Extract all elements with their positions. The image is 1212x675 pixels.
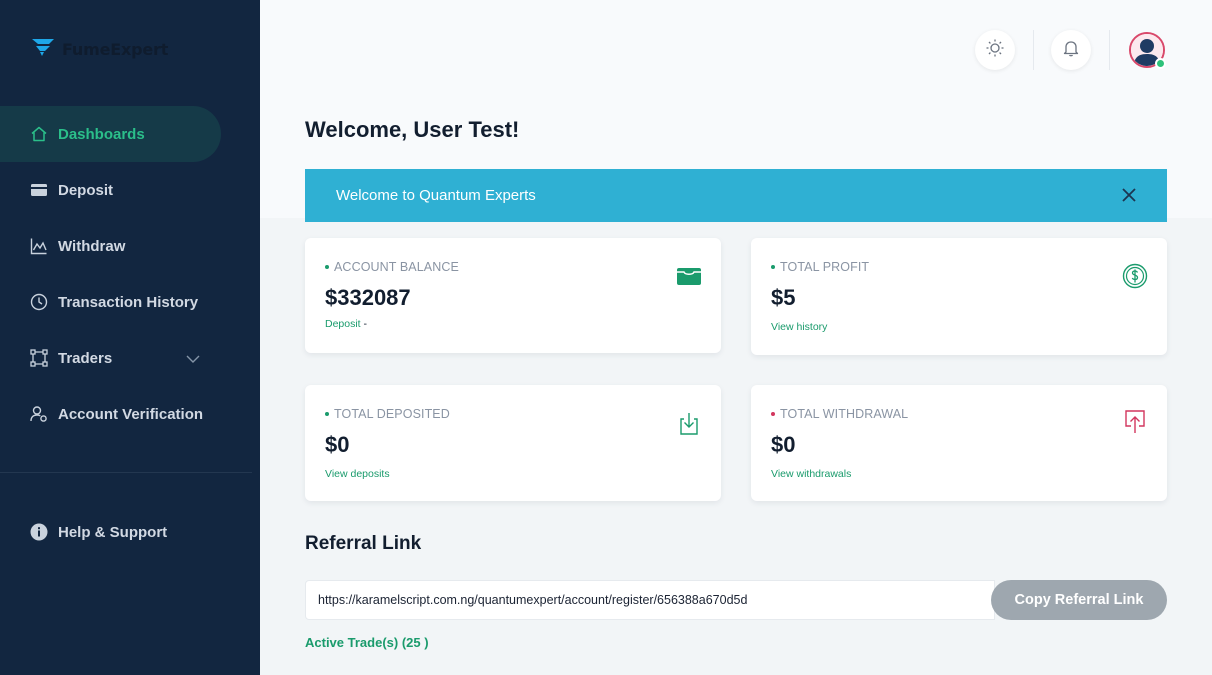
active-trades-link[interactable]: Active Trade(s) (25 )	[305, 635, 429, 650]
traders-icon	[30, 349, 48, 367]
copy-referral-button[interactable]: Copy Referral Link	[991, 580, 1167, 620]
card-value: $5	[771, 285, 796, 310]
card-value: $0	[325, 432, 350, 457]
sidebar-item-dashboards[interactable]: Dashboards	[0, 106, 221, 162]
card-value: $332087	[325, 285, 411, 310]
sidebar: FumeExpert Dashboards Deposit Withdraw T…	[0, 0, 260, 675]
page-title: Welcome, User Test!	[305, 117, 520, 142]
card-icon	[30, 181, 48, 199]
sidebar-nav: Dashboards Deposit Withdraw Transaction …	[0, 106, 260, 442]
status-dot	[771, 265, 775, 269]
header-divider	[1033, 30, 1034, 70]
sidebar-item-label: Account Verification	[58, 405, 204, 423]
sidebar-item-traders[interactable]: Traders	[0, 330, 260, 386]
sidebar-item-label: Traders	[58, 349, 113, 367]
sidebar-item-label: Withdraw	[58, 237, 126, 255]
card-label: TOTAL PROFIT	[771, 260, 869, 274]
online-status-dot	[1155, 58, 1166, 69]
home-icon	[30, 125, 48, 143]
header-divider	[1109, 30, 1110, 70]
sidebar-item-label: Deposit	[58, 181, 114, 199]
total-profit-card: TOTAL PROFIT $5 View history	[751, 238, 1167, 355]
status-dot	[771, 412, 775, 416]
logo-icon	[30, 36, 56, 63]
chart-icon	[30, 237, 48, 255]
deposit-link[interactable]: Deposit	[325, 318, 361, 330]
download-icon	[676, 411, 702, 437]
total-withdrawal-card: TOTAL WITHDRAWAL $0 View withdrawals	[751, 385, 1167, 501]
sidebar-item-withdraw[interactable]: Withdraw	[0, 218, 260, 274]
sidebar-item-help-support[interactable]: Help & Support	[0, 504, 167, 560]
card-value: $0	[771, 432, 796, 457]
sidebar-item-deposit[interactable]: Deposit	[0, 162, 260, 218]
total-deposited-card: TOTAL DEPOSITED $0 View deposits	[305, 385, 721, 501]
theme-toggle-button[interactable]	[975, 30, 1015, 70]
brand-name: FumeExpert	[62, 39, 169, 59]
info-icon	[30, 523, 48, 541]
user-settings-icon	[30, 405, 48, 423]
card-label: TOTAL DEPOSITED	[325, 407, 450, 421]
sidebar-item-transaction-history[interactable]: Transaction History	[0, 274, 260, 330]
card-link-row: Deposit -	[325, 318, 368, 330]
dollar-icon	[1122, 263, 1148, 289]
status-dot	[325, 412, 329, 416]
sidebar-item-account-verification[interactable]: Account Verification	[0, 386, 260, 442]
close-icon[interactable]	[1121, 187, 1137, 203]
referral-title: Referral Link	[305, 533, 422, 554]
view-withdrawals-link[interactable]: View withdrawals	[771, 468, 851, 480]
upload-icon	[1122, 409, 1148, 435]
sidebar-item-label: Dashboards	[58, 125, 145, 143]
welcome-alert: Welcome to Quantum Experts	[305, 169, 1167, 222]
card-label: ACCOUNT BALANCE	[325, 260, 459, 274]
sidebar-item-label: Help & Support	[58, 523, 168, 541]
clock-icon	[30, 293, 48, 311]
alert-message: Welcome to Quantum Experts	[336, 187, 536, 204]
main-content: Welcome, User Test! Welcome to Quantum E…	[260, 0, 1212, 675]
view-history-link[interactable]: View history	[771, 321, 827, 333]
wallet-icon	[676, 263, 702, 289]
sun-icon	[985, 38, 1005, 63]
referral-link-input[interactable]	[305, 580, 995, 620]
bell-icon	[1061, 38, 1081, 63]
sidebar-item-label: Transaction History	[58, 293, 199, 311]
card-label: TOTAL WITHDRAWAL	[771, 407, 908, 421]
view-deposits-link[interactable]: View deposits	[325, 468, 390, 480]
notifications-button[interactable]	[1051, 30, 1091, 70]
brand-logo[interactable]: FumeExpert	[30, 36, 168, 62]
chevron-down-icon[interactable]	[186, 351, 200, 368]
status-dot	[325, 265, 329, 269]
account-balance-card: ACCOUNT BALANCE $332087 Deposit -	[305, 238, 721, 353]
sidebar-divider	[0, 472, 252, 473]
